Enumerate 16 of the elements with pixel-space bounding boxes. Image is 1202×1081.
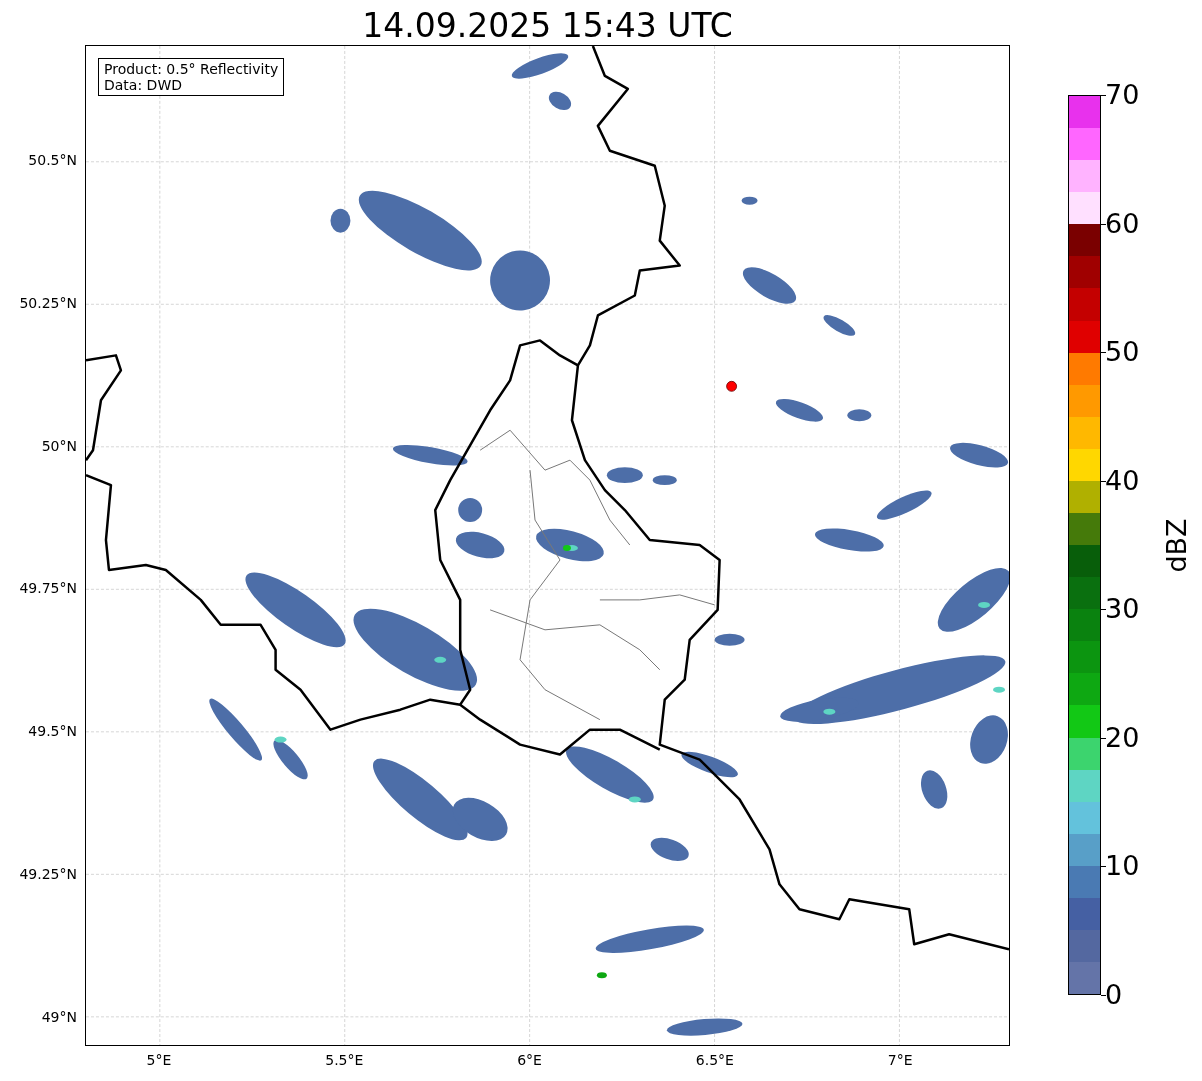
y-tick-label: 50.5°N <box>28 152 77 168</box>
y-tick-label: 50.25°N <box>19 294 77 311</box>
chart-title: 14.09.2025 15:43 UTC <box>361 6 734 45</box>
x-tick-label: 6.5°E <box>695 1052 734 1068</box>
x-tick-label: 6°E <box>517 1052 542 1068</box>
y-tick-label: 49°N <box>41 1008 77 1025</box>
legend-text: Data: DWD <box>104 77 183 93</box>
x-tick-label: 5.5°E <box>325 1052 364 1068</box>
x-tick-label: 5°E <box>146 1052 172 1068</box>
y-tick-label: 49.5°N <box>28 723 77 740</box>
x-tick-label: 7°E <box>887 1052 913 1068</box>
colorbar-label: dBZ <box>1160 517 1192 573</box>
y-tick-label: 50°N <box>41 437 77 454</box>
y-tick-label: 49.25°N <box>19 866 77 882</box>
y-tick-label: 49.75°N <box>19 580 77 597</box>
legend-text: Product: 0.5° Reflectivity <box>104 61 279 77</box>
